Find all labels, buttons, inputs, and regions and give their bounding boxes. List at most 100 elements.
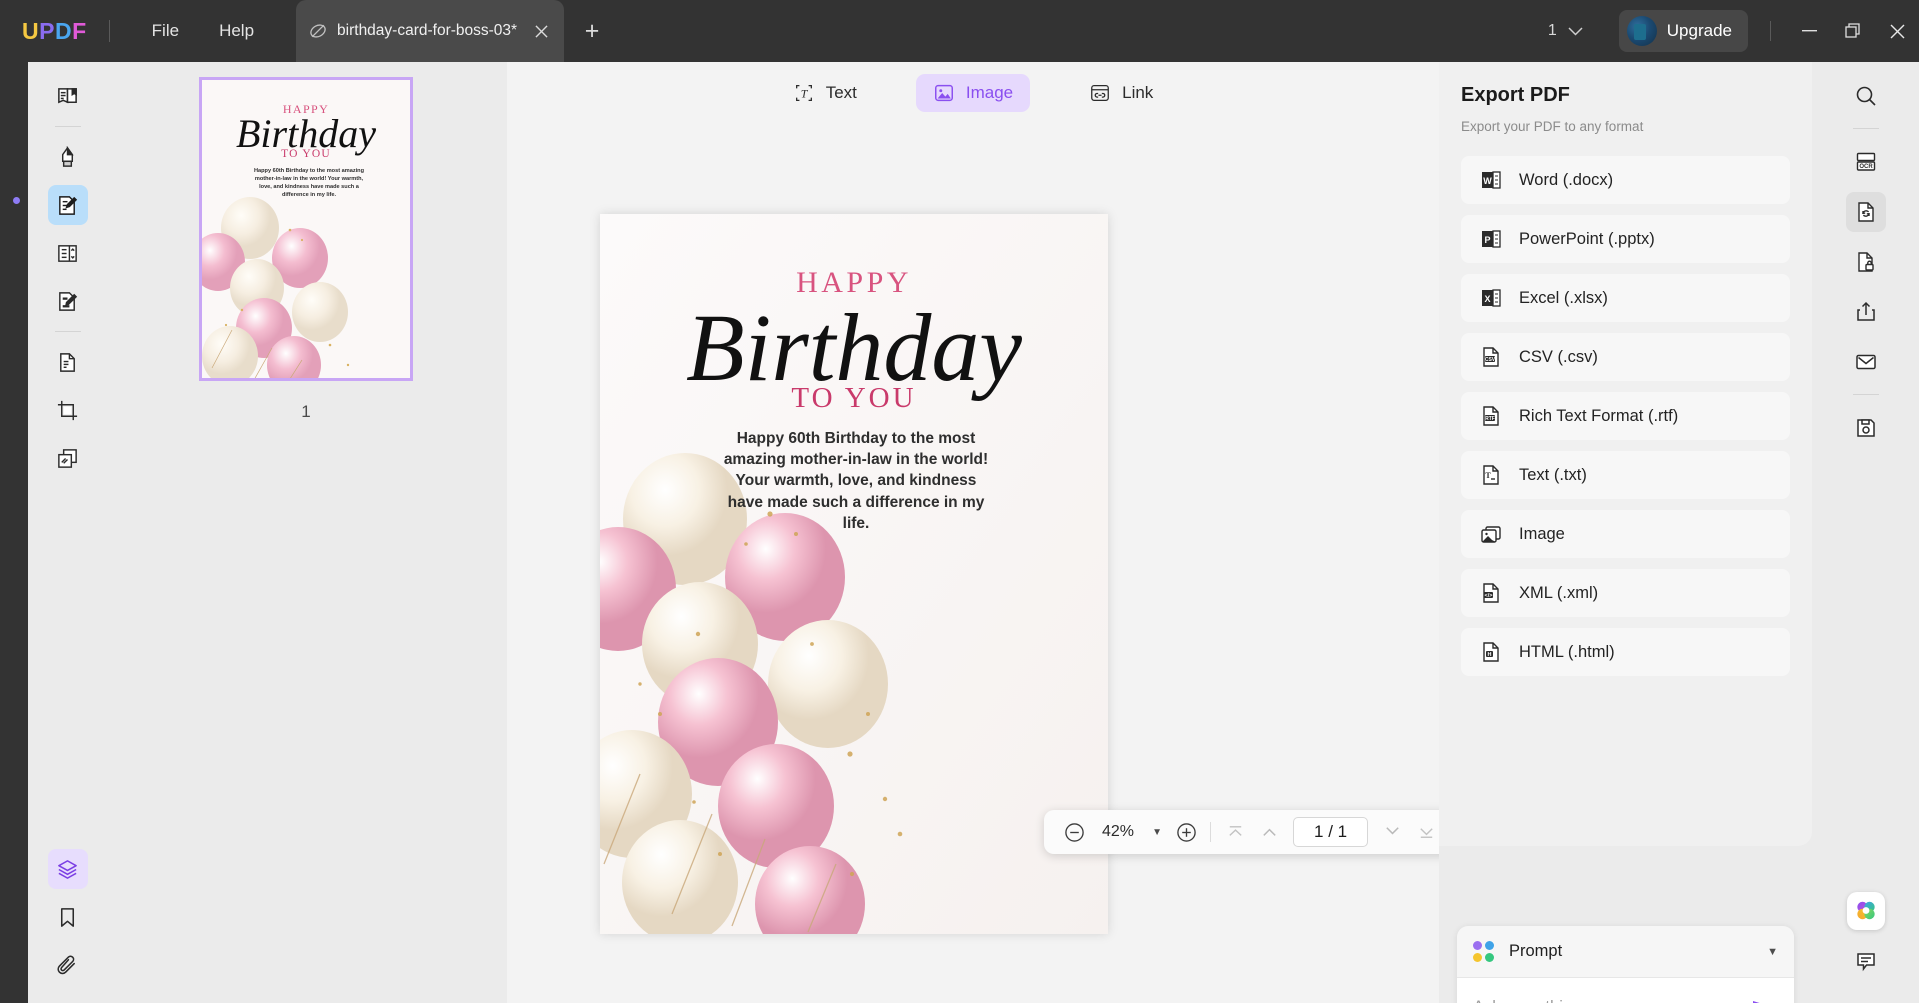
new-tab-button[interactable]: + (578, 17, 606, 45)
zoom-in-button[interactable] (1170, 816, 1202, 848)
export-xml[interactable]: </> XML (.xml) (1461, 569, 1790, 617)
tab-link-label: Link (1122, 83, 1154, 102)
book-reader-icon (56, 85, 79, 108)
previous-page-button[interactable] (1253, 816, 1285, 848)
page-heading-toyou: TO YOU (791, 382, 917, 414)
prompt-mode-selector[interactable]: Prompt ▼ (1457, 926, 1794, 978)
chevron-down-icon[interactable]: ▼ (1767, 946, 1778, 958)
page-body-text: Happy 60th Birthday to the most amazing … (723, 430, 989, 532)
comment-bubble-icon (1854, 949, 1878, 973)
tab-text[interactable]: T Text (776, 74, 874, 112)
sidebar-tool-reader[interactable] (48, 76, 88, 116)
edit-mode-bar: T Text Image Link (507, 62, 1439, 124)
export-excel[interactable]: X Excel (.xlsx) (1461, 274, 1790, 322)
rail-ai-assistant[interactable] (1846, 891, 1886, 931)
zoombar-separator-1 (1210, 822, 1212, 842)
sidebar-tool-batch[interactable] (48, 438, 88, 478)
pdf-slash-icon (308, 21, 328, 41)
svg-text:T: T (1485, 471, 1491, 480)
layers-icon (56, 858, 79, 881)
svg-text:P: P (1484, 235, 1490, 245)
document-tab[interactable]: birthday-card-for-boss-03* (296, 0, 565, 62)
sidebar-tool-fill-sign[interactable] (48, 281, 88, 321)
pdf-page[interactable]: HAPPY Birthday TO YOU Happy 60th Birthda… (600, 214, 1108, 934)
export-csv[interactable]: CSV CSV (.csv) (1461, 333, 1790, 381)
sidebar-tool-crop[interactable] (48, 390, 88, 430)
thumbnail-page-preview[interactable]: HAPPY Birthday TO YOU Happy 60th Birthda… (199, 77, 413, 381)
thumbnail-item[interactable]: HAPPY Birthday TO YOU Happy 60th Birthda… (199, 77, 413, 421)
sidebar-tool-edit-pdf[interactable] (47, 185, 88, 225)
maximize-restore-button[interactable] (1831, 11, 1875, 51)
rail-protect[interactable] (1846, 242, 1886, 282)
zoom-dropdown-caret-icon[interactable]: ▼ (1146, 817, 1168, 847)
window-count-dropdown[interactable]: 1 (1540, 16, 1591, 46)
rail-separator-2 (1852, 394, 1879, 395)
last-page-button[interactable] (1410, 816, 1439, 848)
tab-image-label: Image (965, 83, 1014, 102)
svg-text:H: H (1488, 652, 1492, 658)
rail-comments[interactable] (1846, 941, 1886, 981)
window-close-button[interactable] (1875, 11, 1919, 51)
first-page-button[interactable] (1219, 816, 1251, 848)
export-word[interactable]: W Word (.docx) (1461, 156, 1790, 204)
export-html[interactable]: H HTML (.html) (1461, 628, 1790, 676)
rail-search[interactable] (1846, 76, 1886, 116)
rail-ocr[interactable]: OCR (1846, 142, 1886, 182)
export-csv-label: CSV (.csv) (1519, 347, 1598, 366)
export-format-list: W Word (.docx) P PowerPoint (.pptx) X Ex… (1461, 156, 1790, 676)
thumbnail-panel: HAPPY Birthday TO YOU Happy 60th Birthda… (107, 62, 507, 1003)
svg-text:</>: </> (1485, 593, 1493, 599)
sidebar-tool-annotate[interactable] (48, 137, 88, 177)
rail-email[interactable] (1846, 342, 1886, 382)
export-html-label: HTML (.html) (1519, 642, 1615, 661)
text-t-icon: T (793, 82, 815, 104)
close-icon[interactable] (530, 20, 552, 42)
rail-save[interactable] (1846, 408, 1886, 448)
convert-document-icon (1854, 200, 1878, 224)
upgrade-button[interactable]: Upgrade (1618, 10, 1748, 52)
export-txt[interactable]: T Text (.txt) (1461, 451, 1790, 499)
export-powerpoint-label: PowerPoint (.pptx) (1519, 229, 1655, 248)
send-icon[interactable] (1751, 998, 1778, 1003)
document-viewer: T Text Image Link HAPPY Birthday TO YOU … (507, 62, 1439, 1003)
prompt-mode-label: Prompt (1509, 942, 1563, 960)
sidebar-tool-organize[interactable] (48, 233, 88, 273)
export-rtf[interactable]: RTF Rich Text Format (.rtf) (1461, 392, 1790, 440)
titlebar-divider (108, 20, 110, 42)
thumbnail-page-number: 1 (301, 402, 311, 421)
zoom-level-value[interactable]: 42% (1092, 823, 1144, 841)
bookmark-icon (56, 906, 79, 929)
document-compress-icon (56, 351, 79, 374)
sidebar-tool-compress[interactable] (48, 342, 88, 382)
search-icon (1854, 84, 1878, 108)
rail-convert[interactable] (1845, 192, 1886, 232)
tab-text-label: Text (825, 83, 857, 102)
updf-application-window: UPDF File Help birthday-card-for-boss-03… (0, 0, 1919, 1003)
ocr-icon: OCR (1854, 150, 1878, 174)
menu-help[interactable]: Help (199, 15, 274, 47)
tab-link[interactable]: Link (1072, 74, 1170, 112)
tab-image[interactable]: Image (915, 74, 1031, 112)
rail-share[interactable] (1846, 292, 1886, 332)
right-panel: Export PDF Export your PDF to any format… (1439, 62, 1812, 1003)
document-tab-title: birthday-card-for-boss-03* (337, 22, 518, 39)
sidebar-tool-attachments[interactable] (48, 945, 88, 985)
sidebar-tool-bookmarks[interactable] (48, 897, 88, 937)
logo-letter-f: F (72, 17, 87, 44)
page-indicator[interactable]: 1 / 1 (1293, 817, 1369, 847)
right-tool-rail: OCR (1812, 62, 1919, 1003)
svg-text:RTF: RTF (1485, 416, 1495, 422)
menu-file[interactable]: File (132, 15, 199, 47)
next-page-button[interactable] (1376, 816, 1408, 848)
tool-separator-1 (54, 126, 81, 127)
export-image[interactable]: Image (1461, 510, 1790, 558)
sidebar-tool-layers[interactable] (47, 849, 88, 889)
export-word-label: Word (.docx) (1519, 170, 1614, 189)
minimize-button[interactable] (1787, 11, 1831, 51)
export-excel-label: Excel (.xlsx) (1519, 288, 1608, 307)
export-powerpoint[interactable]: P PowerPoint (.pptx) (1461, 215, 1790, 263)
zoom-out-button[interactable] (1058, 816, 1090, 848)
thumb-balloons-art (202, 197, 350, 378)
image-file-icon (1479, 522, 1503, 546)
prompt-input[interactable] (1473, 998, 1751, 1003)
